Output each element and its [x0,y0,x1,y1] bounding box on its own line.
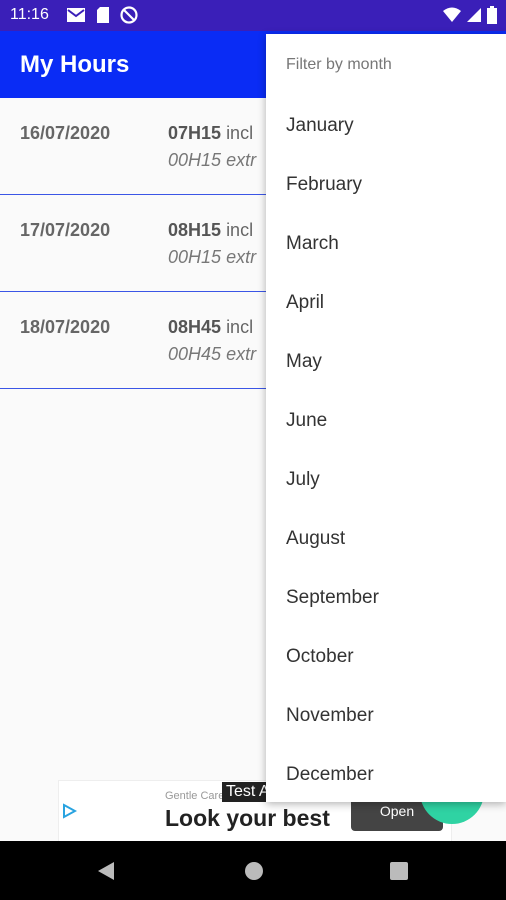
extra-suffix: extr [226,344,257,364]
menu-item-february[interactable]: February [286,174,362,196]
entry-hours: 08H15 incl [168,220,253,241]
home-icon[interactable] [244,861,264,881]
gmail-icon [67,8,85,22]
extra-suffix: extr [226,247,257,267]
hours-suffix: incl [226,123,254,143]
system-nav-bar [0,841,506,900]
signal-icon [467,8,481,22]
page-title: My Hours [20,51,130,78]
menu-item-may[interactable]: May [286,351,322,373]
sd-card-icon [97,7,109,23]
status-bar: 11:16 [0,0,506,31]
recents-icon[interactable] [390,862,408,880]
extra-value: 00H15 [168,247,222,267]
entry-date: 16/07/2020 [20,123,111,143]
do-not-disturb-icon [120,6,138,24]
hours-value: 08H45 [168,317,222,337]
entry-date: 17/07/2020 [20,220,111,240]
ad-choices-icon[interactable] [61,803,77,819]
menu-item-august[interactable]: August [286,528,345,550]
filter-month-menu: Filter by month January February March A… [266,34,506,802]
back-icon[interactable] [96,861,116,881]
entry-hours: 07H15 incl [168,123,253,144]
menu-item-march[interactable]: March [286,233,339,255]
entry-hours: 08H45 incl [168,317,253,338]
battery-icon [487,6,497,24]
ad-brand: Gentle Care [165,790,225,802]
menu-item-november[interactable]: November [286,705,374,727]
entry-extra: 00H15 extr [168,247,256,268]
menu-item-july[interactable]: July [286,469,320,491]
hours-suffix: incl [226,317,254,337]
menu-item-october[interactable]: October [286,646,354,668]
menu-header: Filter by month [286,56,392,73]
hours-value: 08H15 [168,220,222,240]
wifi-icon [443,7,461,22]
menu-item-december[interactable]: December [286,764,374,786]
menu-item-january[interactable]: January [286,115,354,137]
menu-item-june[interactable]: June [286,410,327,432]
hours-value: 07H15 [168,123,222,143]
hours-suffix: incl [226,220,254,240]
ad-headline: Look your best [165,805,330,831]
entry-date: 18/07/2020 [20,317,111,337]
extra-suffix: extr [226,150,257,170]
menu-item-april[interactable]: April [286,292,324,314]
entry-extra: 00H15 extr [168,150,256,171]
menu-item-september[interactable]: September [286,587,379,609]
status-time: 11:16 [10,6,49,23]
extra-value: 00H15 [168,150,222,170]
extra-value: 00H45 [168,344,222,364]
entry-extra: 00H45 extr [168,344,256,365]
